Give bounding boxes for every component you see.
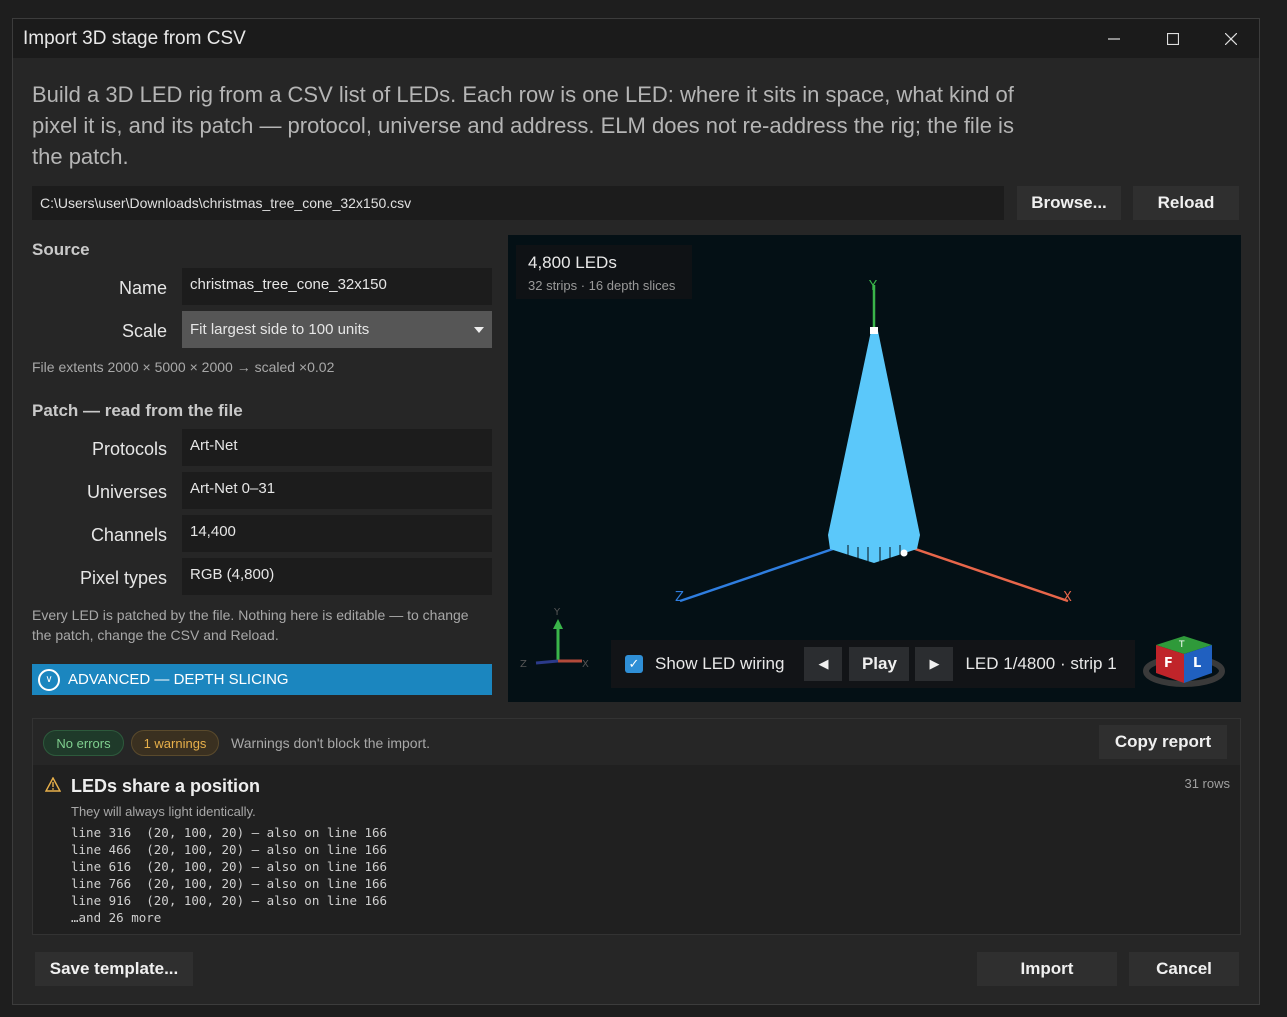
advanced-depth-slicing-toggle[interactable]: ∨ ADVANCED — DEPTH SLICING xyxy=(32,664,492,695)
strip-slice-count: 32 strips · 16 depth slices xyxy=(528,278,676,293)
next-led-button[interactable]: ▶ xyxy=(915,647,954,681)
channels-label: Channels xyxy=(90,525,167,545)
issue-row-count: 31 rows xyxy=(1184,776,1230,791)
current-led-marker xyxy=(900,549,908,557)
window-title: Import 3D stage from CSV xyxy=(23,28,246,49)
import-dialog: Import 3D stage from CSV Build a 3D LED … xyxy=(12,18,1260,1005)
led-count: 4,800 LEDs xyxy=(528,253,617,272)
axis-gizmo: Y Z X xyxy=(520,607,589,670)
patch-heading: Patch — read from the file xyxy=(32,401,243,420)
universes-field: Art-Net 0–31 xyxy=(182,472,492,509)
close-icon xyxy=(1225,32,1237,45)
name-input[interactable]: christmas_tree_cone_32x150 xyxy=(182,268,492,305)
maximize-icon xyxy=(1167,32,1179,45)
issue-line: line 916 (20, 100, 20) — also on line 16… xyxy=(71,893,388,908)
svg-text:X: X xyxy=(582,659,589,670)
browse-button[interactable]: Browse... xyxy=(1017,186,1121,220)
save-template-button[interactable]: Save template... xyxy=(35,952,193,986)
chevron-down-circle-icon: ∨ xyxy=(38,668,60,691)
cancel-button[interactable]: Cancel xyxy=(1129,952,1239,986)
svg-text:Y: Y xyxy=(553,607,561,618)
y-axis-label: Y xyxy=(868,279,877,294)
cube-top-label: T xyxy=(1178,640,1185,650)
issue-line: line 316 (20, 100, 20) — also on line 16… xyxy=(71,825,388,840)
cube-left-label: L xyxy=(1193,656,1201,671)
issue-description: They will always light identically. xyxy=(71,804,256,819)
x-axis-label: X xyxy=(1063,590,1072,605)
cube-front-label: F xyxy=(1164,656,1173,671)
show-wiring-label: Show LED wiring xyxy=(655,654,785,673)
protocols-label: Protocols xyxy=(91,439,167,459)
svg-text:Z: Z xyxy=(520,659,527,670)
minimize-button[interactable] xyxy=(1085,19,1143,58)
pixel-types-label: Pixel types xyxy=(79,568,167,588)
issue-line: line 616 (20, 100, 20) — also on line 16… xyxy=(71,859,388,874)
scene-canvas: X Z Y Y Z X T F L xyxy=(520,279,1225,687)
universes-label: Universes xyxy=(86,482,167,502)
file-extents-text: File extents 2000 × 5000 × 2000 → scaled… xyxy=(32,359,335,375)
patch-note: Every LED is patched by the file. Nothin… xyxy=(32,607,469,643)
issue-lines: line 316 (20, 100, 20) — also on line 16… xyxy=(71,824,387,926)
next-icon: ▶ xyxy=(929,656,940,671)
import-button[interactable]: Import xyxy=(977,952,1117,986)
protocols-field: Art-Net xyxy=(182,429,492,466)
title-bar: Import 3D stage from CSV xyxy=(13,19,1259,58)
led-cone-mesh xyxy=(828,331,920,563)
show-wiring-checkbox[interactable]: ✓ xyxy=(625,655,643,673)
playback-controls: ✓ Show LED wiring ◀ Play ▶ LED 1/4800 · … xyxy=(611,640,1135,688)
warnings-note: Warnings don't block the import. xyxy=(231,735,431,751)
no-errors-badge: No errors xyxy=(43,730,124,756)
advanced-label: ADVANCED — DEPTH SLICING xyxy=(68,671,289,688)
scale-label: Scale xyxy=(121,321,167,341)
validation-report: No errors 1 warnings Warnings don't bloc… xyxy=(32,718,1241,935)
prev-led-button[interactable]: ◀ xyxy=(804,647,843,681)
issue-title: LEDs share a position xyxy=(71,776,261,796)
reload-button[interactable]: Reload xyxy=(1133,186,1239,220)
source-heading: Source xyxy=(32,240,90,259)
name-label: Name xyxy=(118,278,167,298)
intro-text: Build a 3D LED rig from a CSV list of LE… xyxy=(32,82,1014,169)
report-header: No errors 1 warnings Warnings don't bloc… xyxy=(33,719,1240,765)
copy-report-button[interactable]: Copy report xyxy=(1099,725,1227,759)
cone-top-led xyxy=(870,327,878,334)
issue-line: line 466 (20, 100, 20) — also on line 16… xyxy=(71,842,388,857)
warning-icon xyxy=(45,777,61,792)
play-button[interactable]: Play xyxy=(849,647,910,681)
maximize-button[interactable] xyxy=(1144,19,1202,58)
z-axis-label: Z xyxy=(675,590,684,605)
led-count-overlay: 4,800 LEDs 32 strips · 16 depth slices xyxy=(516,245,692,299)
channels-field: 14,400 xyxy=(182,515,492,552)
warnings-badge: 1 warnings xyxy=(131,730,219,756)
scale-select[interactable]: Fit largest side to 100 units xyxy=(182,311,492,348)
scale-select-value: Fit largest side to 100 units xyxy=(190,321,370,338)
csv-path-field[interactable]: C:\Users\user\Downloads\christmas_tree_c… xyxy=(32,186,1004,220)
view-cube: T F L xyxy=(1143,636,1225,687)
pixel-types-field: RGB (4,800) xyxy=(182,558,492,595)
prev-icon: ◀ xyxy=(818,656,829,671)
led-position-status: LED 1/4800 · strip 1 xyxy=(965,654,1117,673)
issue-line: line 766 (20, 100, 20) — also on line 16… xyxy=(71,876,388,891)
chevron-down-icon xyxy=(474,326,484,333)
issue-more: …and 26 more xyxy=(71,910,162,925)
3d-viewport[interactable]: X Z Y Y Z X T F L 4,800 LEDs 32 strips ·… xyxy=(508,235,1241,702)
close-window-button[interactable] xyxy=(1202,19,1260,58)
minimize-icon xyxy=(1108,37,1120,40)
